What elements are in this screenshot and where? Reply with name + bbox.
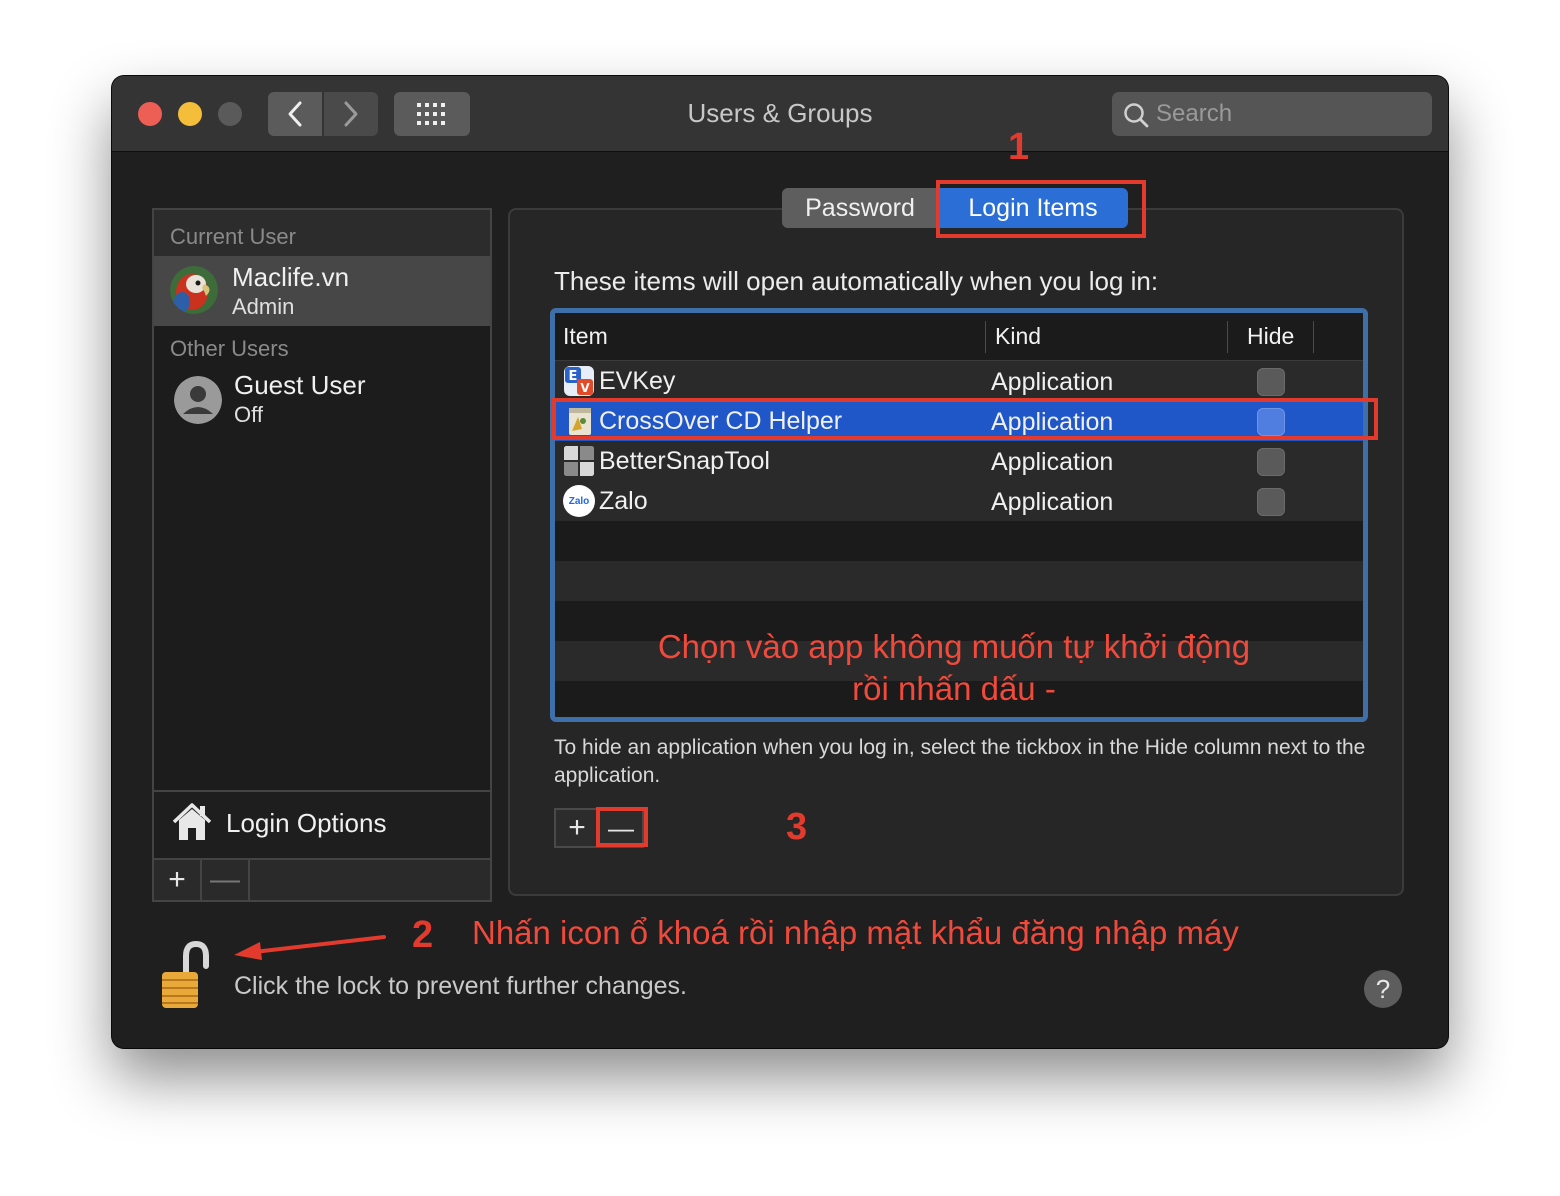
- annotation-step-2-text: Nhấn icon ổ khoá rồi nhập mật khẩu đăng …: [472, 914, 1239, 951]
- help-button[interactable]: ?: [1364, 970, 1402, 1008]
- annotation-box-remove-button: [596, 807, 648, 847]
- add-login-item-button[interactable]: +: [556, 810, 598, 846]
- users-sidebar: Current User Maclife.vn Admin Other User…: [152, 208, 492, 902]
- empty-row: [555, 521, 1363, 561]
- annotation-table-instruction: Chọn vào app không muốn tự khởi động rồi…: [554, 626, 1354, 710]
- row-item-name: EVKey: [599, 367, 676, 395]
- bettersnaptool-icon: [564, 446, 594, 476]
- lock-status-text: Click the lock to prevent further change…: [234, 972, 688, 1000]
- search-field[interactable]: [1112, 92, 1432, 136]
- parrot-avatar: [170, 266, 218, 314]
- guest-avatar-icon: [174, 376, 222, 424]
- login-options-label: Login Options: [226, 808, 387, 838]
- hide-checkbox[interactable]: [1257, 488, 1285, 516]
- annotation-table-line-2: rồi nhấn dấu -: [852, 670, 1056, 707]
- column-hide[interactable]: Hide: [1247, 323, 1294, 350]
- guest-user-name: Guest User: [234, 370, 366, 400]
- row-item-kind: Application: [991, 448, 1114, 476]
- column-divider: [1313, 321, 1314, 353]
- row-item-kind: Application: [991, 488, 1114, 516]
- column-item[interactable]: Item: [563, 323, 608, 350]
- column-divider: [1227, 321, 1228, 353]
- table-row[interactable]: E V EVKey Application: [555, 361, 1363, 401]
- guest-user-status: Off: [234, 402, 263, 427]
- column-divider: [985, 321, 986, 353]
- hide-checkbox[interactable]: [1257, 368, 1285, 396]
- add-user-button[interactable]: +: [154, 860, 202, 900]
- remove-user-button[interactable]: —: [202, 860, 250, 900]
- annotation-step-2: 2: [412, 914, 434, 956]
- login-items-description: These items will open automatically when…: [554, 266, 1159, 296]
- row-item-name: Zalo: [599, 487, 648, 515]
- house-icon: [172, 803, 212, 840]
- users-groups-window: Users & Groups Current User Maclife.vn A…: [112, 76, 1448, 1048]
- titlebar: Users & Groups: [112, 76, 1448, 152]
- user-row-guest[interactable]: Guest User Off: [154, 364, 490, 434]
- sidebar-footer: + —: [154, 858, 490, 900]
- empty-row: [555, 561, 1363, 601]
- column-kind[interactable]: Kind: [995, 323, 1041, 350]
- unlocked-padlock-icon[interactable]: [156, 940, 218, 1012]
- annotation-step-3: 3: [786, 806, 808, 848]
- current-user-name: Maclife.vn: [232, 262, 350, 292]
- table-row[interactable]: Zalo Zalo Application: [555, 481, 1363, 521]
- zalo-icon: Zalo: [563, 485, 595, 517]
- svg-text:E: E: [569, 369, 578, 384]
- annotation-step-1: 1: [1008, 126, 1030, 168]
- hide-checkbox[interactable]: [1257, 448, 1285, 476]
- other-users-header: Other Users: [170, 336, 289, 361]
- current-user-header: Current User: [170, 224, 296, 249]
- search-input[interactable]: [1156, 92, 1422, 136]
- tab-password[interactable]: Password: [782, 188, 938, 228]
- current-user-role: Admin: [232, 294, 295, 319]
- table-header: Item Kind Hide: [555, 313, 1363, 361]
- annotation-box-login-items: [936, 180, 1146, 238]
- zalo-icon-label: Zalo: [568, 495, 590, 507]
- search-icon: [1124, 103, 1149, 128]
- table-row[interactable]: BetterSnapTool Application: [555, 441, 1363, 481]
- login-options-item[interactable]: Login Options: [154, 790, 490, 858]
- annotation-arrow: [234, 935, 386, 960]
- evkey-icon: E V: [564, 366, 594, 396]
- row-item-name: BetterSnapTool: [599, 447, 770, 475]
- hide-hint-text: To hide an application when you log in, …: [554, 736, 1366, 787]
- annotation-table-line-1: Chọn vào app không muốn tự khởi động: [657, 628, 1251, 665]
- svg-text:V: V: [580, 381, 590, 395]
- row-item-kind: Application: [991, 368, 1114, 396]
- annotation-box-selected-row: [552, 398, 1378, 440]
